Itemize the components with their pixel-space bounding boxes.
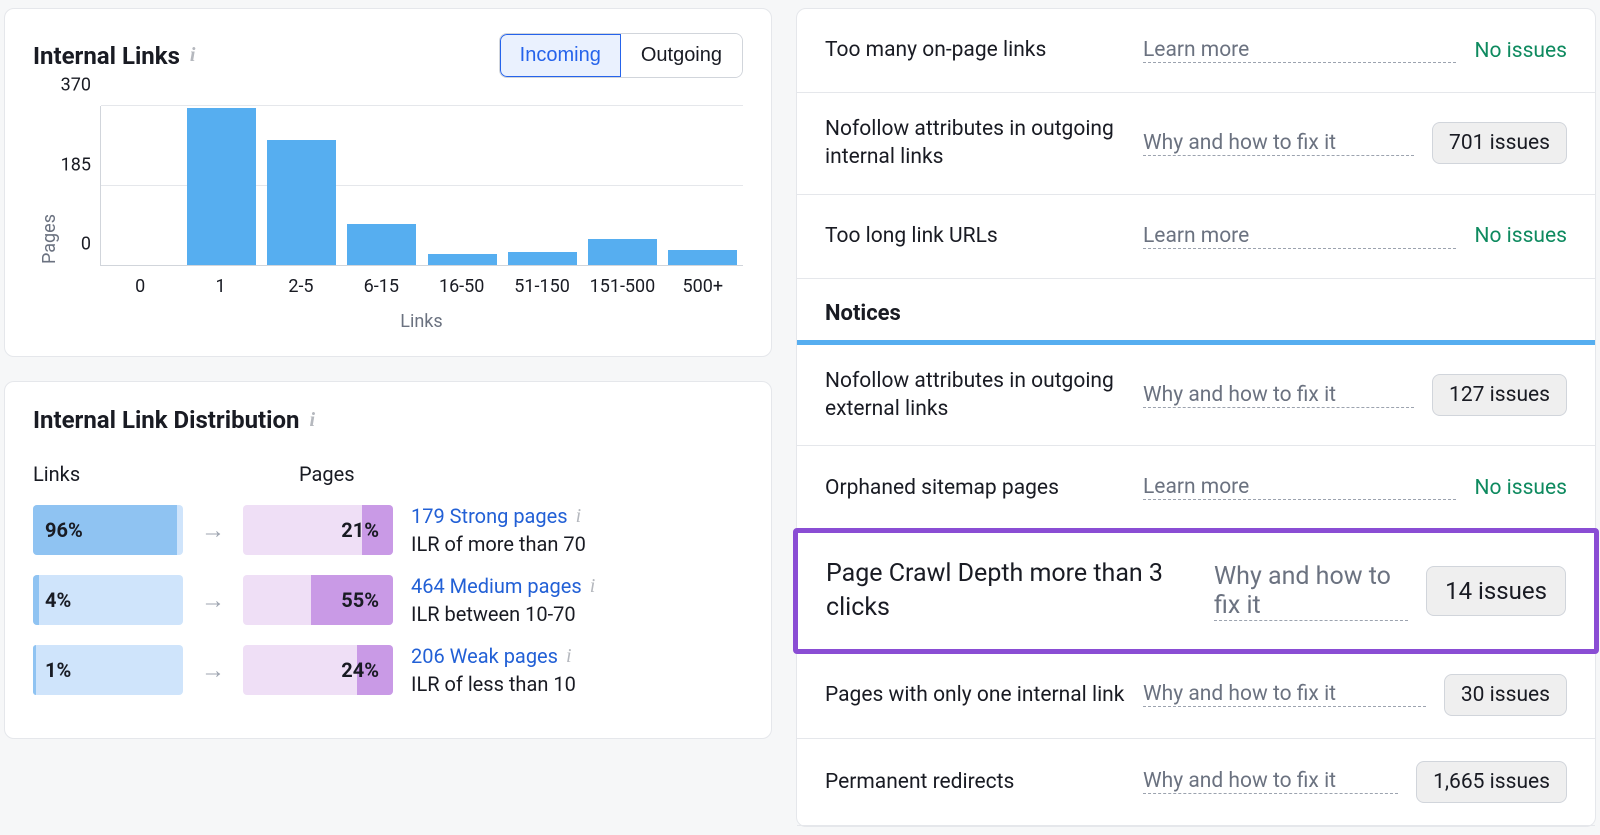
notices-header: Notices xyxy=(797,279,1595,340)
issue-title: Too long link URLs xyxy=(825,222,1125,250)
issue-row: Permanent redirects Why and how to fix it… xyxy=(797,739,1595,826)
arrow-right-icon: → xyxy=(201,516,225,545)
links-percent-bar: 96% xyxy=(33,505,183,555)
chart-bar[interactable] xyxy=(347,224,416,265)
issue-title: Page Crawl Depth more than 3 clicks xyxy=(826,557,1196,625)
distribution-sub: ILR between 10-70 xyxy=(411,602,595,626)
info-icon[interactable]: i xyxy=(190,44,196,67)
info-icon[interactable]: i xyxy=(309,409,315,432)
arrow-right-icon: → xyxy=(201,656,225,685)
distribution-headers: Links Pages xyxy=(33,462,743,486)
issue-learn-more-link[interactable]: Learn more xyxy=(1143,38,1456,63)
issue-status: No issues xyxy=(1474,476,1567,500)
internal-links-card: Internal Links i Incoming Outgoing Pages… xyxy=(4,8,772,357)
info-icon[interactable]: i xyxy=(590,575,596,598)
links-percent-bar: 4% xyxy=(33,575,183,625)
issue-status: No issues xyxy=(1474,224,1567,248)
issue-count-badge[interactable]: 127 issues xyxy=(1432,374,1567,416)
issue-count-badge[interactable]: 701 issues xyxy=(1432,122,1567,164)
chart-bar[interactable] xyxy=(428,254,497,265)
distribution-row: 4% → 55% 464 Medium pages i ILR between 10-7… xyxy=(33,574,743,626)
x-tick: 151-500 xyxy=(582,276,662,297)
internal-link-distribution-card: Internal Link Distribution i Links Pages… xyxy=(4,381,772,739)
distribution-row: 96% → 21% 179 Strong pages i ILR of more tha… xyxy=(33,504,743,556)
arrow-right-icon: → xyxy=(201,586,225,615)
issue-learn-more-link[interactable]: Why and how to fix it xyxy=(1143,131,1414,156)
y-tick: 370 xyxy=(61,75,101,96)
x-axis-label: Links xyxy=(100,311,743,332)
tab-incoming[interactable]: Incoming xyxy=(500,34,621,77)
issue-row: Pages with only one internal link Why and… xyxy=(797,652,1595,739)
issue-title: Pages with only one internal link xyxy=(825,681,1125,709)
distribution-row: 1% → 24% 206 Weak pages i ILR of less than 1… xyxy=(33,644,743,696)
x-tick: 0 xyxy=(100,276,180,297)
chart-bar[interactable] xyxy=(668,250,737,265)
issue-learn-more-link[interactable]: Why and how to fix it xyxy=(1214,562,1408,621)
links-percent-bar: 1% xyxy=(33,645,183,695)
distribution-link[interactable]: 206 Weak pages i xyxy=(411,644,576,668)
issue-learn-more-link[interactable]: Learn more xyxy=(1143,475,1456,500)
issue-learn-more-link[interactable]: Why and how to fix it xyxy=(1143,682,1426,707)
x-tick: 2-5 xyxy=(261,276,341,297)
issue-count-badge[interactable]: 14 issues xyxy=(1426,566,1566,616)
issue-title: Nofollow attributes in outgoing external… xyxy=(825,367,1125,424)
issue-count-badge[interactable]: 1,665 issues xyxy=(1416,761,1567,803)
pages-percent-bar: 55% xyxy=(243,575,393,625)
x-tick: 6-15 xyxy=(341,276,421,297)
issue-count-badge[interactable]: 30 issues xyxy=(1444,674,1567,716)
distribution-sub: ILR of less than 10 xyxy=(411,672,576,696)
issue-learn-more-link[interactable]: Learn more xyxy=(1143,224,1456,249)
y-axis-label: Pages xyxy=(33,106,60,332)
issue-learn-more-link[interactable]: Why and how to fix it xyxy=(1143,383,1414,408)
internal-links-title: Internal Links i xyxy=(33,42,195,70)
chart-bar[interactable] xyxy=(508,252,577,265)
issue-learn-more-link[interactable]: Why and how to fix it xyxy=(1143,769,1398,794)
y-tick: 185 xyxy=(61,154,101,175)
x-tick: 16-50 xyxy=(422,276,502,297)
distribution-link[interactable]: 179 Strong pages i xyxy=(411,504,586,528)
issue-title: Permanent redirects xyxy=(825,768,1125,796)
x-tick: 500+ xyxy=(663,276,743,297)
info-icon[interactable]: i xyxy=(576,505,582,528)
chart-bar[interactable] xyxy=(267,140,336,265)
x-tick: 51-150 xyxy=(502,276,582,297)
chart-bar[interactable] xyxy=(588,239,657,265)
internal-links-chart: Pages 0185370 012-56-1516-5051-150151-50… xyxy=(33,106,743,332)
link-direction-toggle: Incoming Outgoing xyxy=(499,33,743,78)
issue-row: Nofollow attributes in outgoing internal… xyxy=(797,93,1595,195)
issues-panel: Too many on-page links Learn more No issue… xyxy=(796,8,1596,827)
chart-bar[interactable] xyxy=(187,108,256,265)
distribution-sub: ILR of more than 70 xyxy=(411,532,586,556)
issue-row: Too long link URLs Learn more No issues xyxy=(797,195,1595,279)
issue-status: No issues xyxy=(1474,39,1567,63)
issue-title: Orphaned sitemap pages xyxy=(825,474,1125,502)
issue-row: Too many on-page links Learn more No issue… xyxy=(797,9,1595,93)
tab-outgoing[interactable]: Outgoing xyxy=(621,34,742,77)
issue-row: Orphaned sitemap pages Learn more No issue… xyxy=(797,446,1595,530)
issue-title: Nofollow attributes in outgoing internal… xyxy=(825,115,1125,172)
issue-row: Nofollow attributes in outgoing external… xyxy=(797,345,1595,447)
pages-percent-bar: 24% xyxy=(243,645,393,695)
pages-percent-bar: 21% xyxy=(243,505,393,555)
distribution-link[interactable]: 464 Medium pages i xyxy=(411,574,595,598)
x-tick: 1 xyxy=(180,276,260,297)
y-tick: 0 xyxy=(81,234,101,255)
info-icon[interactable]: i xyxy=(566,645,572,668)
issue-title: Too many on-page links xyxy=(825,36,1125,64)
issue-row: Page Crawl Depth more than 3 clicks Why a… xyxy=(793,528,1599,654)
distribution-title: Internal Link Distribution i xyxy=(33,406,743,434)
